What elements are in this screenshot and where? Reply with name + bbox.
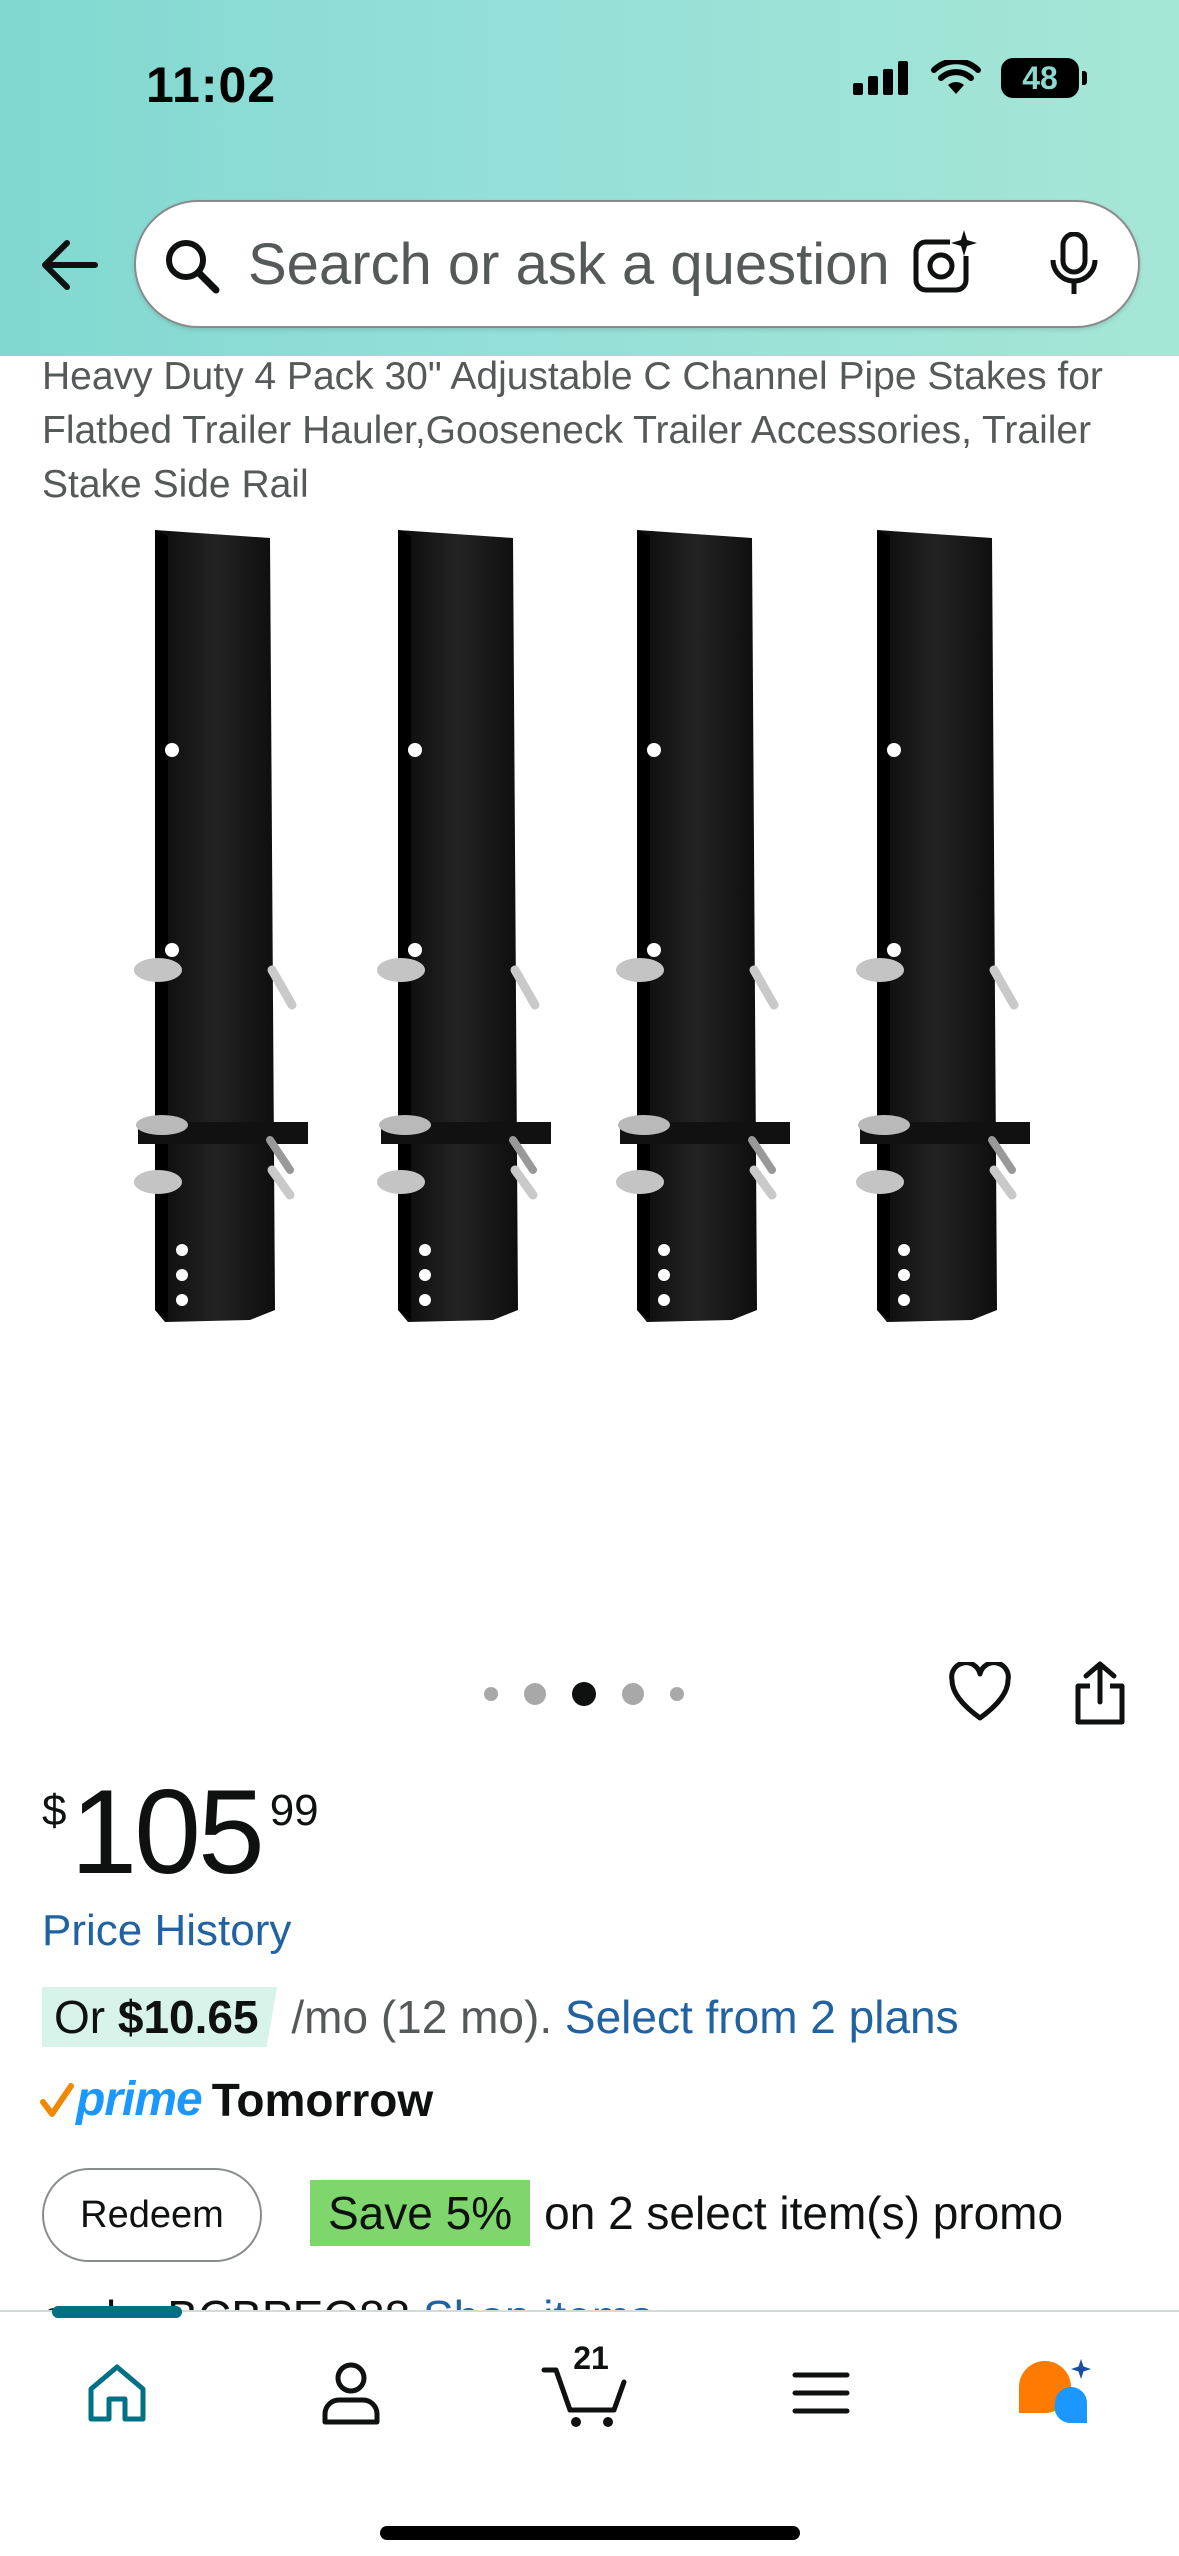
prime-delivery: prime Tomorrow xyxy=(40,2072,433,2127)
home-indicator xyxy=(380,2526,800,2540)
bottom-tab-bar: 21 xyxy=(0,2306,1179,2556)
delivery-day: Tomorrow xyxy=(211,2073,434,2126)
carousel-dot[interactable] xyxy=(484,1687,498,1701)
back-button[interactable] xyxy=(34,230,104,300)
wifi-icon xyxy=(931,60,981,94)
carousel-dot[interactable] xyxy=(670,1687,684,1701)
tab-menu[interactable] xyxy=(776,2348,866,2438)
share-icon[interactable] xyxy=(1070,1660,1130,1726)
financing-term: /mo (12 mo). xyxy=(278,1991,565,2043)
ai-assistant-icon xyxy=(1019,2359,1091,2424)
price-currency: $ xyxy=(42,1786,67,1835)
status-time: 11:02 xyxy=(146,57,277,113)
cart-count: 21 xyxy=(573,2340,609,2376)
carousel-dot[interactable] xyxy=(622,1683,644,1705)
select-plans-link[interactable]: Select from 2 plans xyxy=(565,1991,959,2043)
search-input[interactable]: Search or ask a question xyxy=(248,232,908,299)
back-arrow-icon xyxy=(42,240,98,290)
person-icon xyxy=(322,2362,380,2425)
heart-icon[interactable] xyxy=(948,1662,1012,1722)
battery-icon: 48 xyxy=(1001,58,1087,98)
home-icon xyxy=(88,2364,146,2422)
price-history-link[interactable]: Price History xyxy=(42,1906,291,1956)
financing-amount: $10.65 xyxy=(117,1991,259,2043)
active-tab-indicator xyxy=(52,2306,182,2318)
price-fraction: 99 xyxy=(269,1786,319,1835)
save-badge: Save 5% xyxy=(310,2180,531,2246)
promo-text: on 2 select item(s) promo xyxy=(544,2187,1064,2239)
redeem-button[interactable]: Redeem xyxy=(42,2168,262,2262)
prime-check-icon xyxy=(40,2082,74,2117)
shop-items-link[interactable]: Shop items xyxy=(423,2291,653,2312)
microphone-icon[interactable] xyxy=(1046,232,1102,296)
prime-logo: prime xyxy=(76,2073,203,2126)
cellular-signal-icon xyxy=(853,61,908,95)
hamburger-menu-icon xyxy=(792,2372,850,2414)
product-title[interactable]: Heavy Duty 4 Pack 30" Adjustable C Chann… xyxy=(42,350,1142,512)
tab-rufus-assistant[interactable] xyxy=(1010,2348,1100,2438)
header: 11:02 48 Search or ask a question xyxy=(0,0,1179,356)
financing-line: Or $10.65 /mo (12 mo). Select from 2 pla… xyxy=(42,1987,959,2047)
price-whole: 105 xyxy=(70,1765,264,1899)
camera-lens-icon[interactable] xyxy=(910,228,980,298)
financing-amount-highlight: Or $10.65 xyxy=(42,1987,279,2047)
image-carousel-dots[interactable] xyxy=(484,1682,684,1706)
search-bar[interactable]: Search or ask a question xyxy=(134,200,1140,328)
financing-prefix: Or xyxy=(54,1991,118,2043)
promo-line: Save 5% on 2 select item(s) promo xyxy=(310,2180,1063,2246)
tab-home[interactable] xyxy=(72,2348,162,2438)
status-icons: 48 xyxy=(853,58,1087,98)
search-icon xyxy=(166,240,220,294)
product-image[interactable] xyxy=(120,530,1060,1570)
tab-account[interactable] xyxy=(306,2348,396,2438)
pipe-stakes-image xyxy=(134,530,1060,1570)
carousel-dot[interactable] xyxy=(524,1683,546,1705)
price: $ 105 99 xyxy=(42,1772,319,1892)
tab-cart[interactable]: 21 xyxy=(540,2340,630,2438)
carousel-dot-active[interactable] xyxy=(572,1682,596,1706)
